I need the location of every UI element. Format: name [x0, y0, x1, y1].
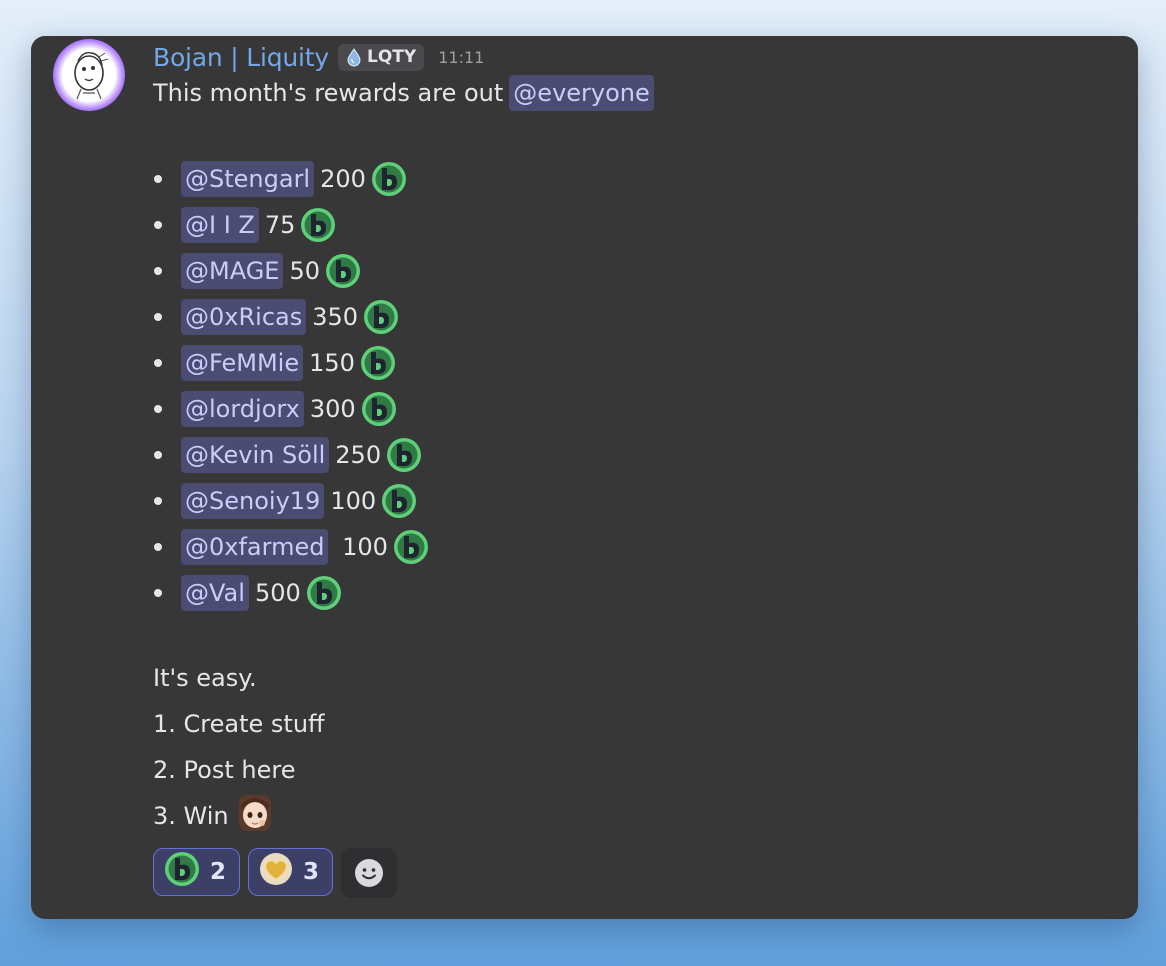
reward-mention[interactable]: @I I Z: [181, 207, 259, 243]
reward-amount: 150: [309, 349, 355, 377]
anime-girl-emoji-icon: [235, 793, 275, 839]
bold-coin-icon: [371, 161, 407, 197]
reward-item: @lordjorx 300: [154, 390, 397, 428]
bullet: [154, 175, 162, 183]
reward-mention[interactable]: @MAGE: [181, 253, 284, 289]
reward-item: @Val 500: [154, 574, 342, 612]
bold-coin-icon: [325, 253, 361, 289]
bullet: [154, 405, 162, 413]
message-header: Bojan | Liquity LQTY 11:11: [153, 40, 484, 74]
reward-amount: 200: [320, 165, 366, 193]
reward-item: @FeMMie 150: [154, 344, 396, 382]
bullet: [154, 451, 162, 459]
reaction-heart-count: 3: [303, 859, 320, 885]
reaction-coin-count: 2: [210, 859, 227, 885]
reward-amount: 50: [289, 257, 321, 285]
reward-amount: 250: [335, 441, 382, 469]
reward-item: @I I Z 75: [154, 206, 336, 244]
message-timestamp: 11:11: [438, 47, 485, 67]
add-reaction-button[interactable]: [341, 848, 398, 898]
reward-item: @MAGE 50: [154, 252, 361, 290]
avatar-drawing-icon: [74, 51, 109, 100]
bold-coin-icon: [393, 529, 429, 565]
bold-coin-icon: [360, 345, 396, 381]
bold-coin-icon: [306, 575, 342, 611]
step-3-line: 3. Win: [153, 795, 275, 835]
reward-amount: 500: [254, 579, 301, 607]
reward-item: @Senoiy19 100: [154, 482, 417, 520]
reward-amount: 100: [334, 533, 388, 561]
bullet: [154, 543, 162, 551]
bullet: [154, 221, 162, 229]
bullet: [154, 497, 162, 505]
reward-amount: 350: [312, 303, 359, 331]
bold-coin-icon: [361, 391, 397, 427]
reactions-bar: 2 3: [153, 848, 398, 898]
smiley-icon: [355, 859, 384, 887]
gold-heart-icon: [259, 852, 293, 892]
reward-amount: 100: [330, 487, 377, 515]
bold-coin-icon: [386, 437, 422, 473]
steps-intro: It's easy.: [153, 664, 257, 692]
reward-mention[interactable]: @Stengarl: [181, 161, 315, 197]
bullet: [154, 359, 162, 367]
reward-amount: 300: [309, 395, 356, 423]
step-3: 3. Win: [153, 802, 229, 830]
message-card: Bojan | Liquity LQTY 11:11 This month's …: [31, 36, 1138, 919]
role-badge-label: LQTY: [367, 47, 417, 67]
bold-coin-icon: [300, 207, 336, 243]
mention-everyone[interactable]: @everyone: [509, 75, 654, 111]
author-name[interactable]: Bojan | Liquity: [153, 43, 329, 72]
author-avatar[interactable]: [53, 39, 125, 111]
bullet: [154, 267, 162, 275]
reward-amount: 75: [264, 211, 296, 239]
reward-item: @0xfarmed 100: [154, 528, 429, 566]
reward-mention[interactable]: @0xRicas: [181, 299, 307, 335]
reward-mention[interactable]: @Kevin Söll: [181, 437, 330, 473]
bold-coin-icon: [164, 851, 200, 893]
reward-mention[interactable]: @Senoiy19: [181, 483, 325, 519]
reward-item: @0xRicas 350: [154, 298, 399, 336]
reward-mention[interactable]: @FeMMie: [181, 345, 304, 381]
reaction-heart[interactable]: 3: [248, 848, 334, 896]
reward-item: @Stengarl 200: [154, 160, 407, 198]
reward-item: @Kevin Söll 250: [154, 436, 422, 474]
bold-coin-icon: [363, 299, 399, 335]
role-badge[interactable]: LQTY: [338, 43, 425, 71]
bullet: [154, 589, 162, 597]
intro-text: This month's rewards are out: [153, 79, 504, 107]
reward-mention[interactable]: @lordjorx: [181, 391, 304, 427]
intro-line: This month's rewards are out @everyone: [153, 74, 654, 112]
reward-mention[interactable]: @Val: [181, 575, 249, 611]
bullet: [154, 313, 162, 321]
reaction-coin[interactable]: 2: [153, 848, 241, 896]
reward-mention[interactable]: @0xfarmed: [181, 529, 329, 565]
step-2: 2. Post here: [153, 756, 296, 784]
water-drop-icon: [347, 48, 361, 67]
bold-coin-icon: [381, 483, 417, 519]
step-1: 1. Create stuff: [153, 710, 325, 738]
